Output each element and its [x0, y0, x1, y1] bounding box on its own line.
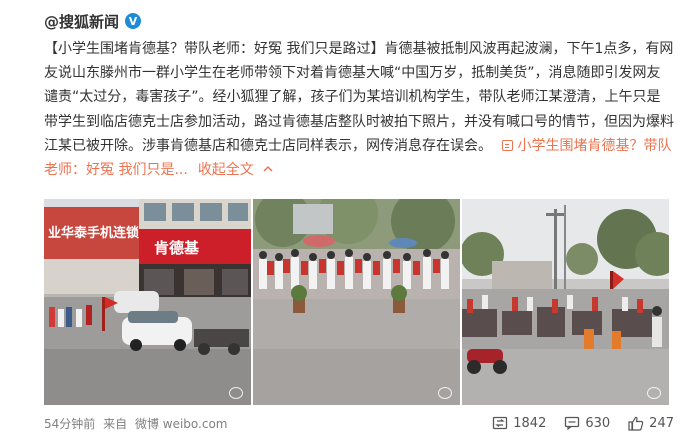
watermark-icon: [438, 387, 452, 399]
photo-grid: 业华泰手机连锁 肯德基: [44, 199, 671, 405]
repost-count: 1842: [513, 415, 547, 431]
post-time[interactable]: 54分钟前: [44, 417, 95, 431]
author-name[interactable]: @搜狐新闻: [44, 11, 119, 32]
chevron-up-icon: [263, 165, 273, 172]
from-label: 来自: [103, 416, 128, 431]
post-title: 【小学生围堵肯德基？带队老师：好冤 我们只是路过】: [44, 41, 385, 57]
watermark-icon: [229, 387, 243, 399]
photo-kfc-storefront[interactable]: 业华泰手机连锁 肯德基: [44, 199, 251, 405]
collapse-button[interactable]: 收起全文: [198, 162, 273, 178]
watermark-icon: [647, 387, 661, 399]
photo-students-crowd-image: [253, 199, 460, 405]
repost-button[interactable]: 1842: [492, 416, 546, 431]
photo-street-parked-bikes-image: [462, 199, 669, 405]
link-icon: [502, 139, 514, 151]
photo-students-crowd[interactable]: [253, 199, 460, 405]
post-actions: 1842 630 247: [492, 416, 674, 431]
verified-icon: V: [125, 13, 142, 29]
post-meta: 54分钟前 来自 微博 weibo.com: [44, 415, 232, 432]
comment-icon: [565, 416, 580, 430]
svg-text:业华泰手机连锁: 业华泰手机连锁: [48, 225, 139, 240]
post-text: 【小学生围堵肯德基？带队老师：好冤 我们只是路过】肯德基被抵制风波再起波澜，下午…: [44, 37, 674, 182]
comment-count: 630: [585, 415, 611, 431]
comment-button[interactable]: 630: [564, 416, 610, 431]
photo-kfc-storefront-image: 业华泰手机连锁 肯德基: [44, 199, 251, 405]
collapse-label: 收起全文: [197, 162, 254, 179]
post-source[interactable]: 微博 weibo.com: [135, 417, 228, 431]
thumbs-up-icon: [628, 416, 644, 431]
photo-street-parked-bikes[interactable]: [462, 199, 669, 405]
post-footer: 54分钟前 来自 微博 weibo.com 1842 630 247: [44, 412, 674, 434]
weibo-post-card: @搜狐新闻 V 【小学生围堵肯德基？带队老师：好冤 我们只是路过】肯德基被抵制风…: [0, 0, 684, 439]
post-header: @搜狐新闻 V: [44, 8, 142, 34]
svg-text:肯德基: 肯德基: [154, 239, 200, 257]
like-button[interactable]: 247: [628, 416, 674, 431]
like-count: 247: [649, 415, 674, 431]
repost-icon: [493, 416, 508, 430]
